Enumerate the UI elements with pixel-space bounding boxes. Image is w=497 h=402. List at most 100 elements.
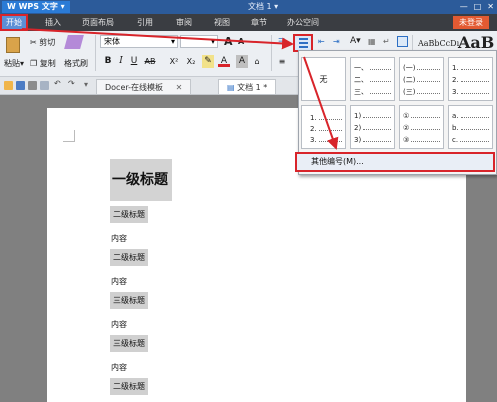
print-preview-icon[interactable] — [40, 81, 49, 90]
heading-level-2[interactable]: 二级标题 — [110, 378, 148, 395]
tab-references[interactable]: 引用 — [137, 16, 153, 29]
tab-insert[interactable]: 插入 — [45, 16, 61, 29]
body-paragraph[interactable]: 内容 — [110, 359, 128, 376]
customize-toolbar-icon[interactable]: ▾ — [84, 80, 88, 89]
style-normal-sample[interactable]: AaBbCcDı — [418, 39, 459, 48]
dotted-line — [460, 125, 489, 130]
number-label: 一、 — [354, 63, 368, 72]
tab-view[interactable]: 视图 — [214, 16, 230, 29]
numbering-paren-option[interactable]: 1) 2) 3) — [350, 105, 395, 149]
shrink-font-button[interactable]: A — [238, 37, 244, 46]
align-left-icon[interactable]: ≡ — [276, 55, 288, 68]
cut-label: 剪切 — [39, 38, 56, 47]
close-icon[interactable]: ✕ — [176, 83, 183, 92]
body-paragraph[interactable]: 内容 — [110, 230, 128, 247]
dotted-line — [417, 65, 440, 70]
format-painter-button[interactable]: 格式刷 — [64, 58, 88, 69]
bullet-list-icon[interactable]: ☰ — [278, 37, 285, 46]
char-shading-button[interactable]: A — [236, 55, 248, 68]
number-label: b. — [452, 123, 459, 132]
tab-document-1[interactable]: ▤ 文档 1 * — [218, 79, 277, 94]
decrease-indent-icon[interactable]: ⇤ — [318, 37, 325, 46]
font-color-button[interactable]: A — [218, 55, 230, 67]
tab-home[interactable]: 开始 — [0, 14, 28, 31]
heading-level-2[interactable]: 二级标题 — [110, 249, 148, 266]
heading-level-1[interactable]: 一级标题 — [110, 159, 172, 201]
paste-icon[interactable] — [6, 37, 20, 53]
increase-indent-icon[interactable]: ⇥ — [333, 37, 340, 46]
number-label: 二、 — [354, 75, 368, 84]
close-button[interactable]: ✕ — [487, 1, 494, 13]
font-size-select[interactable]: ▾ — [180, 35, 218, 48]
body-paragraph[interactable]: 内容 — [110, 273, 128, 290]
heading-level-3[interactable]: 三级标题 — [110, 292, 148, 309]
save-icon[interactable] — [16, 81, 25, 90]
numbering-arabic-option[interactable]: 1. 2. 3. — [448, 57, 493, 101]
undo-icon[interactable]: ↶ — [54, 79, 61, 88]
grow-font-button[interactable]: A — [224, 35, 233, 48]
dotted-line — [363, 137, 391, 142]
show-hide-marks-icon[interactable]: ↵ — [383, 37, 390, 46]
tab-docer-templates[interactable]: Docer-在线模板 ✕ — [96, 79, 192, 94]
number-label: c. — [452, 135, 459, 144]
italic-button[interactable]: I — [115, 55, 127, 68]
tab-chapter[interactable]: 章节 — [251, 16, 267, 29]
tab-review[interactable]: 审阅 — [176, 16, 192, 29]
document-tab-label: 文档 1 * — [237, 83, 268, 92]
document-tab-icon: ▤ — [227, 83, 235, 92]
number-label: (二) — [403, 75, 416, 84]
redo-icon[interactable]: ↷ — [68, 79, 75, 88]
numbering-lowercase-option[interactable]: a. b. c. — [448, 105, 493, 149]
wps-app-menu-button[interactable]: W WPS 文字 ▾ — [2, 1, 70, 13]
chevron-down-icon: ▾ — [170, 37, 175, 46]
open-folder-icon[interactable] — [4, 81, 13, 90]
chevron-down-icon: ▾ — [20, 59, 25, 68]
numbering-chinese-paren-option[interactable]: (一) (二) (三) — [399, 57, 444, 101]
copy-button[interactable]: ❐ 复制 — [30, 58, 56, 69]
bold-button[interactable]: B — [102, 55, 114, 68]
number-label: 1) — [354, 111, 362, 120]
page-corner-mark — [63, 130, 75, 142]
dotted-line — [411, 137, 440, 142]
dotted-line — [318, 137, 342, 142]
border-icon[interactable] — [397, 36, 408, 47]
number-label: ③ — [403, 135, 410, 144]
heading-level-3[interactable]: 三级标题 — [110, 335, 148, 352]
copy-label: 复制 — [39, 59, 56, 68]
body-paragraph[interactable]: 内容 — [110, 316, 128, 333]
heading-level-2[interactable]: 二级标题 — [110, 206, 148, 223]
numbering-chinese-option[interactable]: 一、 二、 三、 — [350, 57, 395, 101]
docer-tab-label: Docer-在线模板 — [105, 83, 164, 92]
tab-page-layout[interactable]: 页面布局 — [82, 16, 114, 29]
highlighter-icon[interactable]: ✎ — [202, 55, 214, 68]
table-icon[interactable]: ▦ — [368, 37, 376, 46]
chevron-down-icon: ▾ — [60, 2, 65, 11]
font-name-select[interactable]: 宋体 ▾ — [100, 35, 178, 48]
number-label: 1. — [310, 113, 317, 122]
subscript-button[interactable]: X₂ — [183, 55, 199, 68]
numbering-arabic-indented-option[interactable]: 1. 2. 3. — [301, 105, 346, 149]
number-label: 2. — [452, 75, 459, 84]
numbering-circled-option[interactable]: ① ② ③ — [399, 105, 444, 149]
maximize-button[interactable]: □ — [474, 1, 482, 13]
chinese-layout-icon[interactable]: A▾ — [350, 36, 361, 46]
strikethrough-button[interactable]: AB — [141, 55, 159, 68]
login-button[interactable]: 未登录 — [453, 16, 489, 29]
tab-office-space[interactable]: 办公空间 — [287, 16, 319, 29]
char-border-icon[interactable]: ⌂ — [251, 55, 263, 68]
ribbon-separator — [271, 35, 272, 71]
paste-button[interactable]: 粘贴▾ — [4, 58, 24, 69]
dotted-line — [318, 115, 342, 120]
print-icon[interactable] — [28, 81, 37, 90]
numbering-none-option[interactable]: 无 — [301, 57, 346, 101]
font-name-value: 宋体 — [104, 37, 120, 46]
ribbon-separator — [95, 35, 96, 71]
dotted-line — [411, 125, 440, 130]
window-controls: — □ ✕ — [460, 1, 494, 13]
cut-button[interactable]: ✂ 剪切 — [30, 37, 55, 48]
format-painter-icon[interactable] — [64, 35, 84, 49]
underline-button[interactable]: U — [128, 55, 140, 68]
superscript-button[interactable]: X² — [166, 55, 182, 68]
minimize-button[interactable]: — — [460, 1, 468, 13]
more-numbering-menu-item[interactable]: 其他编号(M)... — [295, 152, 495, 172]
